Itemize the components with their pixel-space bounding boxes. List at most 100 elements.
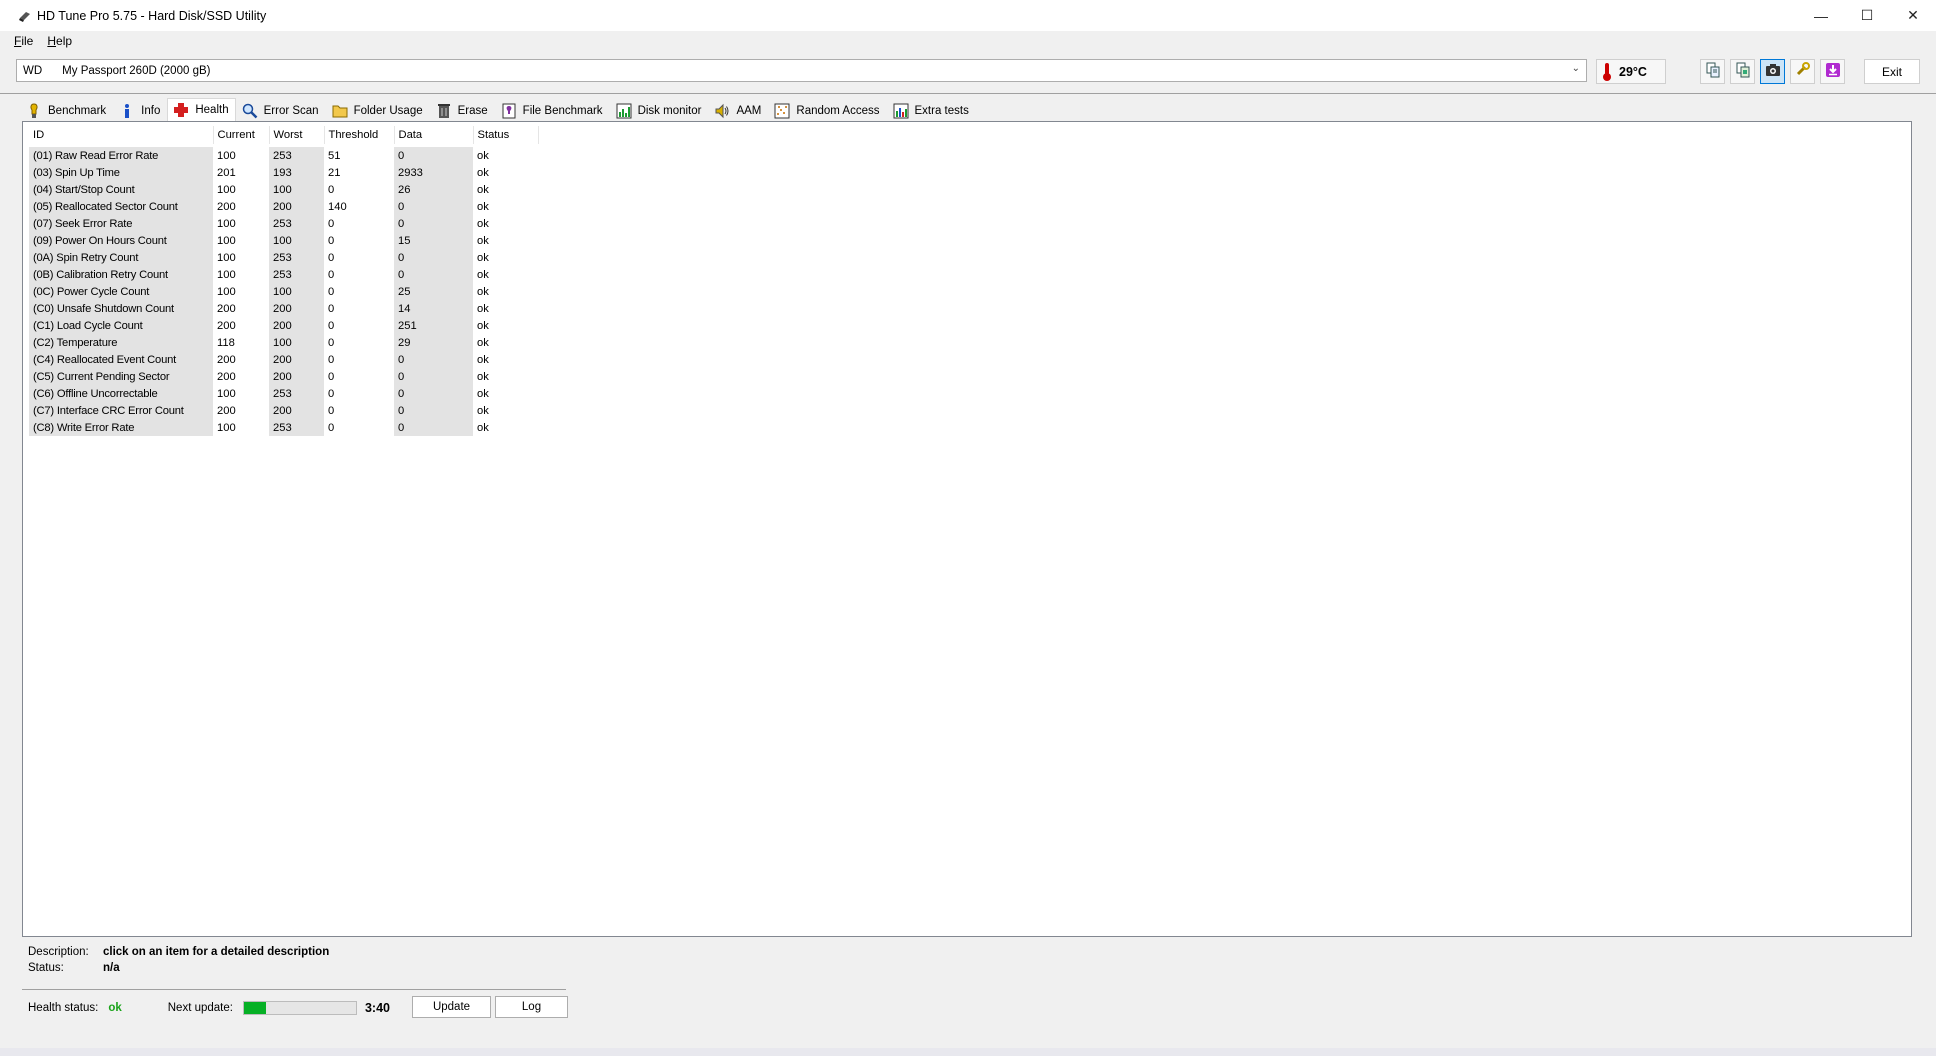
attribute-id: (01) Raw Read Error Rate [29,147,213,164]
table-row[interactable]: (C1) Load Cycle Count 200 200 0 251 ok [29,317,538,334]
minimize-button[interactable]: — [1798,0,1844,31]
health-cross-icon [172,102,190,118]
attribute-worst: 253 [269,419,324,436]
maximize-button[interactable]: ☐ [1844,0,1890,31]
attribute-current: 100 [217,421,236,434]
save-icon [1825,62,1841,81]
drive-select[interactable]: WD My Passport 260D (2000 gB) ⌄ [16,59,1587,82]
menu-bar: File Help [0,31,1936,51]
attribute-id: (C7) Interface CRC Error Count [29,402,213,419]
copy-screenshot-button[interactable] [1730,59,1755,84]
attribute-data: 26 [394,181,473,198]
table-row[interactable]: (0C) Power Cycle Count 100 100 0 25 ok [29,283,538,300]
close-button[interactable]: ✕ [1890,0,1936,31]
menu-file[interactable]: File [14,34,33,48]
table-row[interactable]: (01) Raw Read Error Rate 100 253 51 0 ok [29,147,538,164]
status-value: n/a [103,962,120,974]
column-header-current[interactable]: Current [213,126,270,144]
chevron-down-icon: ⌄ [1571,63,1580,74]
tab-file-benchmark[interactable]: File Benchmark [495,100,610,121]
column-header-status[interactable]: Status [473,126,539,144]
table-row[interactable]: (0B) Calibration Retry Count 100 253 0 0 ok [29,266,538,283]
attribute-worst: 200 [269,317,324,334]
update-button[interactable]: Update [412,996,491,1018]
smart-attributes-table: ID Current Worst Threshold Data Status (… [29,126,539,436]
menu-help[interactable]: Help [47,34,72,48]
attribute-id: (C0) Unsafe Shutdown Count [29,300,213,317]
tab-folder-usage[interactable]: Folder Usage [326,100,430,121]
attribute-threshold: 0 [328,404,335,417]
exit-button[interactable]: Exit [1864,59,1920,84]
divider [0,93,1936,94]
table-row[interactable]: (03) Spin Up Time 201 193 21 2933 ok [29,164,538,181]
attribute-worst: 200 [269,368,324,385]
attribute-id: (C2) Temperature [29,334,213,351]
temperature-display: 29°C [1596,59,1666,84]
column-header-id[interactable]: ID [29,126,214,144]
divider [22,989,566,990]
tab-random-access[interactable]: Random Access [768,100,886,121]
health-status-value: ok [108,1002,122,1014]
attribute-threshold: 21 [328,166,341,179]
info-icon [118,103,136,119]
attribute-status: ok [477,149,489,162]
options-button[interactable] [1790,59,1815,84]
attribute-id: (0C) Power Cycle Count [29,283,213,300]
copy-text-button[interactable] [1700,59,1725,84]
attribute-current: 100 [217,217,236,230]
attribute-id: (04) Start/Stop Count [29,181,213,198]
table-row[interactable]: (04) Start/Stop Count 100 100 0 26 ok [29,181,538,198]
tab-aam[interactable]: AAM [708,100,768,121]
title-bar: HD Tune Pro 5.75 - Hard Disk/SSD Utility… [0,0,1936,31]
column-header-threshold[interactable]: Threshold [324,126,395,144]
attribute-worst: 253 [269,385,324,402]
description-value: click on an item for a detailed descript… [103,946,330,958]
attribute-status: ok [477,421,489,434]
close-icon: ✕ [1907,7,1919,23]
tab-erase[interactable]: Erase [430,100,495,121]
table-row[interactable]: (C8) Write Error Rate 100 253 0 0 ok [29,419,538,436]
table-row[interactable]: (C5) Current Pending Sector 200 200 0 0 ok [29,368,538,385]
attribute-worst: 253 [269,266,324,283]
attribute-status: ok [477,336,489,349]
attribute-data: 0 [394,266,473,283]
benchmark-icon [25,103,43,119]
attribute-id: (C4) Reallocated Event Count [29,351,213,368]
table-row[interactable]: (0A) Spin Retry Count 100 253 0 0 ok [29,249,538,266]
attribute-data: 0 [394,419,473,436]
column-header-worst[interactable]: Worst [269,126,325,144]
log-button[interactable]: Log [495,996,568,1018]
table-row[interactable]: (C2) Temperature 118 100 0 29 ok [29,334,538,351]
app-logo-icon [17,8,33,24]
description-label: Description: [28,946,89,958]
tab-benchmark[interactable]: Benchmark [20,100,113,121]
tab-info[interactable]: Info [113,100,167,121]
table-row[interactable]: (C0) Unsafe Shutdown Count 200 200 0 14 ok [29,300,538,317]
drive-vendor: WD [23,64,43,77]
table-row[interactable]: (05) Reallocated Sector Count 200 200 140 0 o… [29,198,538,215]
attribute-id: (C5) Current Pending Sector [29,368,213,385]
attribute-worst: 253 [269,147,324,164]
attribute-data: 0 [394,368,473,385]
table-row[interactable]: (C4) Reallocated Event Count 200 200 0 0 ok [29,351,538,368]
attribute-status: ok [477,404,489,417]
save-button[interactable] [1820,59,1845,84]
taskbar [0,1048,1936,1056]
attribute-threshold: 0 [328,302,335,315]
screenshot-button[interactable] [1760,59,1785,84]
tab-health[interactable]: Health [167,98,236,121]
tab-error-scan[interactable]: Error Scan [236,100,326,121]
tab-disk-monitor[interactable]: Disk monitor [610,100,709,121]
drive-model: My Passport 260D (2000 gB) [62,64,211,77]
attribute-worst: 100 [269,232,324,249]
attribute-threshold: 0 [328,336,335,349]
column-header-data[interactable]: Data [394,126,474,144]
attribute-id: (C6) Offline Uncorrectable [29,385,213,402]
tab-extra-tests[interactable]: Extra tests [887,100,976,121]
next-update-countdown: 3:40 [364,1001,390,1015]
attribute-threshold: 0 [328,268,335,281]
table-row[interactable]: (07) Seek Error Rate 100 253 0 0 ok [29,215,538,232]
table-row[interactable]: (C7) Interface CRC Error Count 200 200 0 0 ok [29,402,538,419]
table-row[interactable]: (C6) Offline Uncorrectable 100 253 0 0 ok [29,385,538,402]
table-row[interactable]: (09) Power On Hours Count 100 100 0 15 ok [29,232,538,249]
